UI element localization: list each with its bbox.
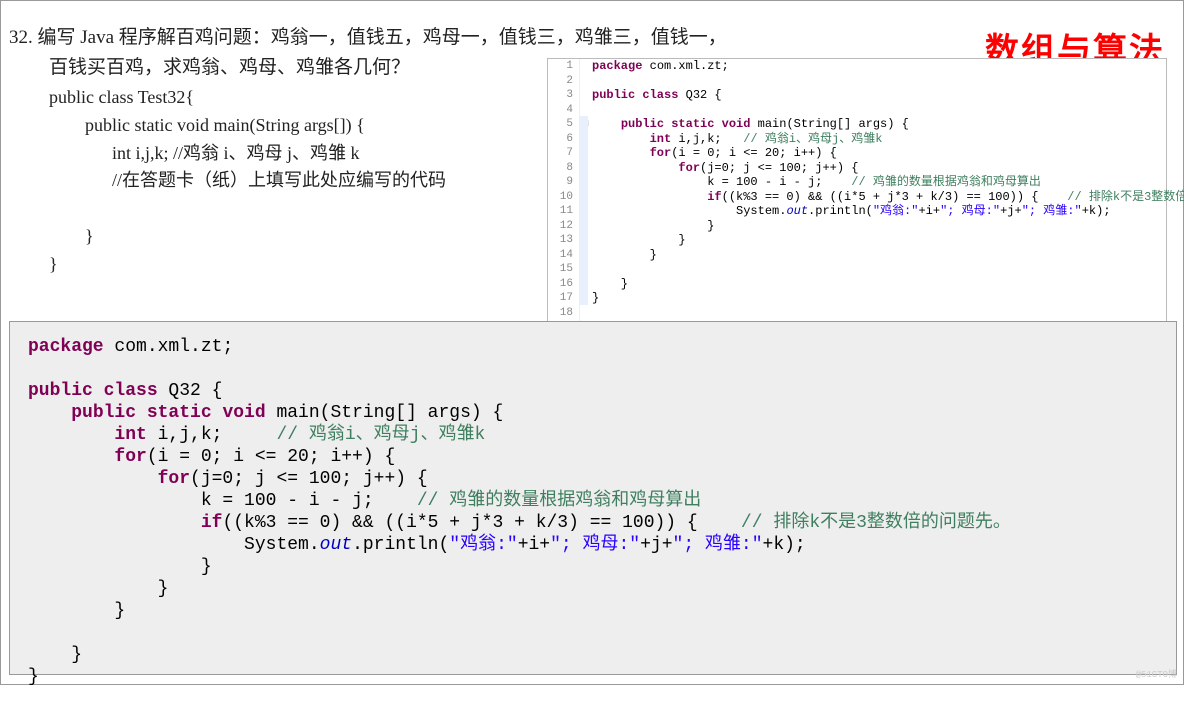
question-number: 32. xyxy=(9,27,33,48)
line-number-gutter: 123456789101112131415161718 xyxy=(548,59,580,339)
editor-code-area[interactable]: package com.xml.zt; public class Q32 { p… xyxy=(592,59,1162,306)
change-bar xyxy=(580,116,588,305)
ide-editor-panel: 123456789101112131415161718 package com.… xyxy=(547,58,1167,351)
large-code-text[interactable]: package com.xml.zt; public class Q32 { p… xyxy=(10,322,1176,702)
question-line1: 编写 Java 程序解百鸡问题：鸡翁一，值钱五，鸡母一，值钱三，鸡雏三，值钱一， xyxy=(38,27,727,48)
page-watermark: @51CTO博 xyxy=(1136,667,1177,680)
large-code-panel: package com.xml.zt; public class Q32 { p… xyxy=(9,321,1177,675)
